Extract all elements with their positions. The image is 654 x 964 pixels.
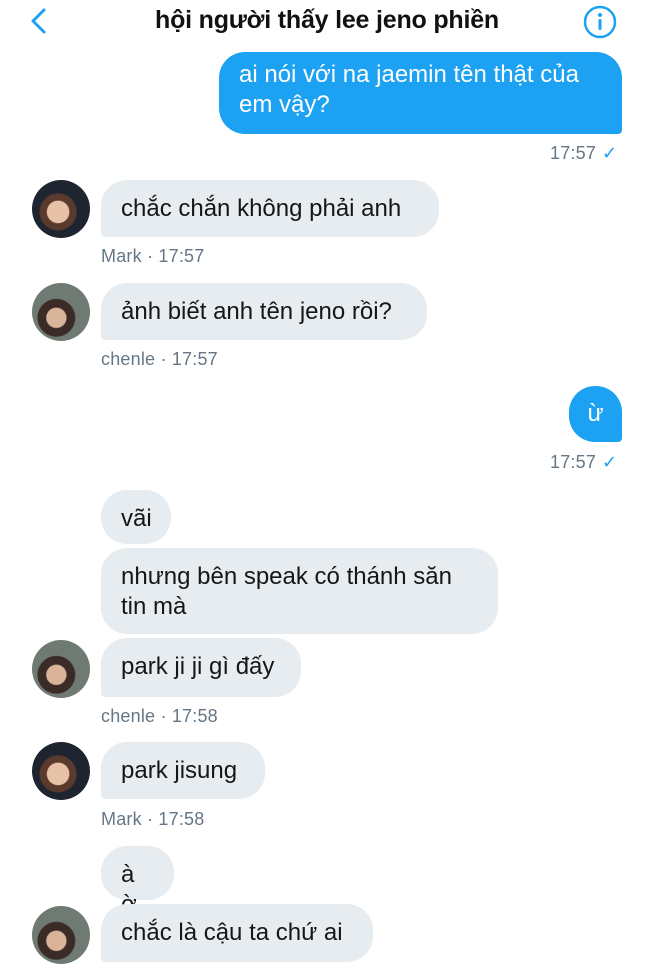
sender-meta: Mark · 17:58 <box>101 809 204 830</box>
avatar-chenle[interactable] <box>32 283 90 341</box>
incoming-message[interactable]: à ờ <box>101 846 174 918</box>
avatar-mark[interactable] <box>32 742 90 800</box>
avatar-chenle[interactable] <box>32 906 90 964</box>
outgoing-message[interactable]: ừ <box>569 386 622 442</box>
avatar-chenle[interactable] <box>32 640 90 698</box>
sender-name: chenle <box>101 706 156 726</box>
info-icon[interactable] <box>583 5 617 39</box>
sender-meta: chenle · 17:58 <box>101 706 218 727</box>
message-timestamp: · 17:57 <box>147 246 205 266</box>
incoming-message[interactable]: chắc chắn không phải anh <box>101 180 439 237</box>
sender-meta: chenle · 17:57 <box>101 349 218 370</box>
message-timestamp: · 17:58 <box>160 706 218 726</box>
sender-name: Mark <box>101 246 142 266</box>
sender-meta: Mark · 17:57 <box>101 246 204 267</box>
message-timestamp: 17:57 ✓ <box>550 452 618 472</box>
message-timestamp: · 17:57 <box>160 349 218 369</box>
incoming-message[interactable]: vãi <box>101 490 171 544</box>
incoming-message[interactable]: ảnh biết anh tên jeno rồi? <box>101 283 427 340</box>
sender-name: chenle <box>101 349 156 369</box>
sender-name: Mark <box>101 809 142 829</box>
avatar-mark[interactable] <box>32 180 90 238</box>
incoming-message[interactable]: park ji ji gì đấy <box>101 638 301 697</box>
message-timestamp: 17:57 ✓ <box>550 143 618 163</box>
incoming-message[interactable]: park jisung <box>101 742 265 799</box>
outgoing-message[interactable]: ai nói với na jaemin tên thật của em vậy… <box>219 52 622 134</box>
message-timestamp: · 17:58 <box>147 809 205 829</box>
read-check-icon: ✓ <box>602 452 618 472</box>
incoming-message[interactable]: chắc là cậu ta chứ ai <box>101 904 373 962</box>
read-check-icon: ✓ <box>602 143 618 163</box>
conversation-title: hội người thấy lee jeno phiền <box>155 6 499 34</box>
incoming-message[interactable]: nhưng bên speak có thánh săn tin mà <box>101 548 498 634</box>
chat-header: hội người thấy lee jeno phiền <box>0 0 654 44</box>
